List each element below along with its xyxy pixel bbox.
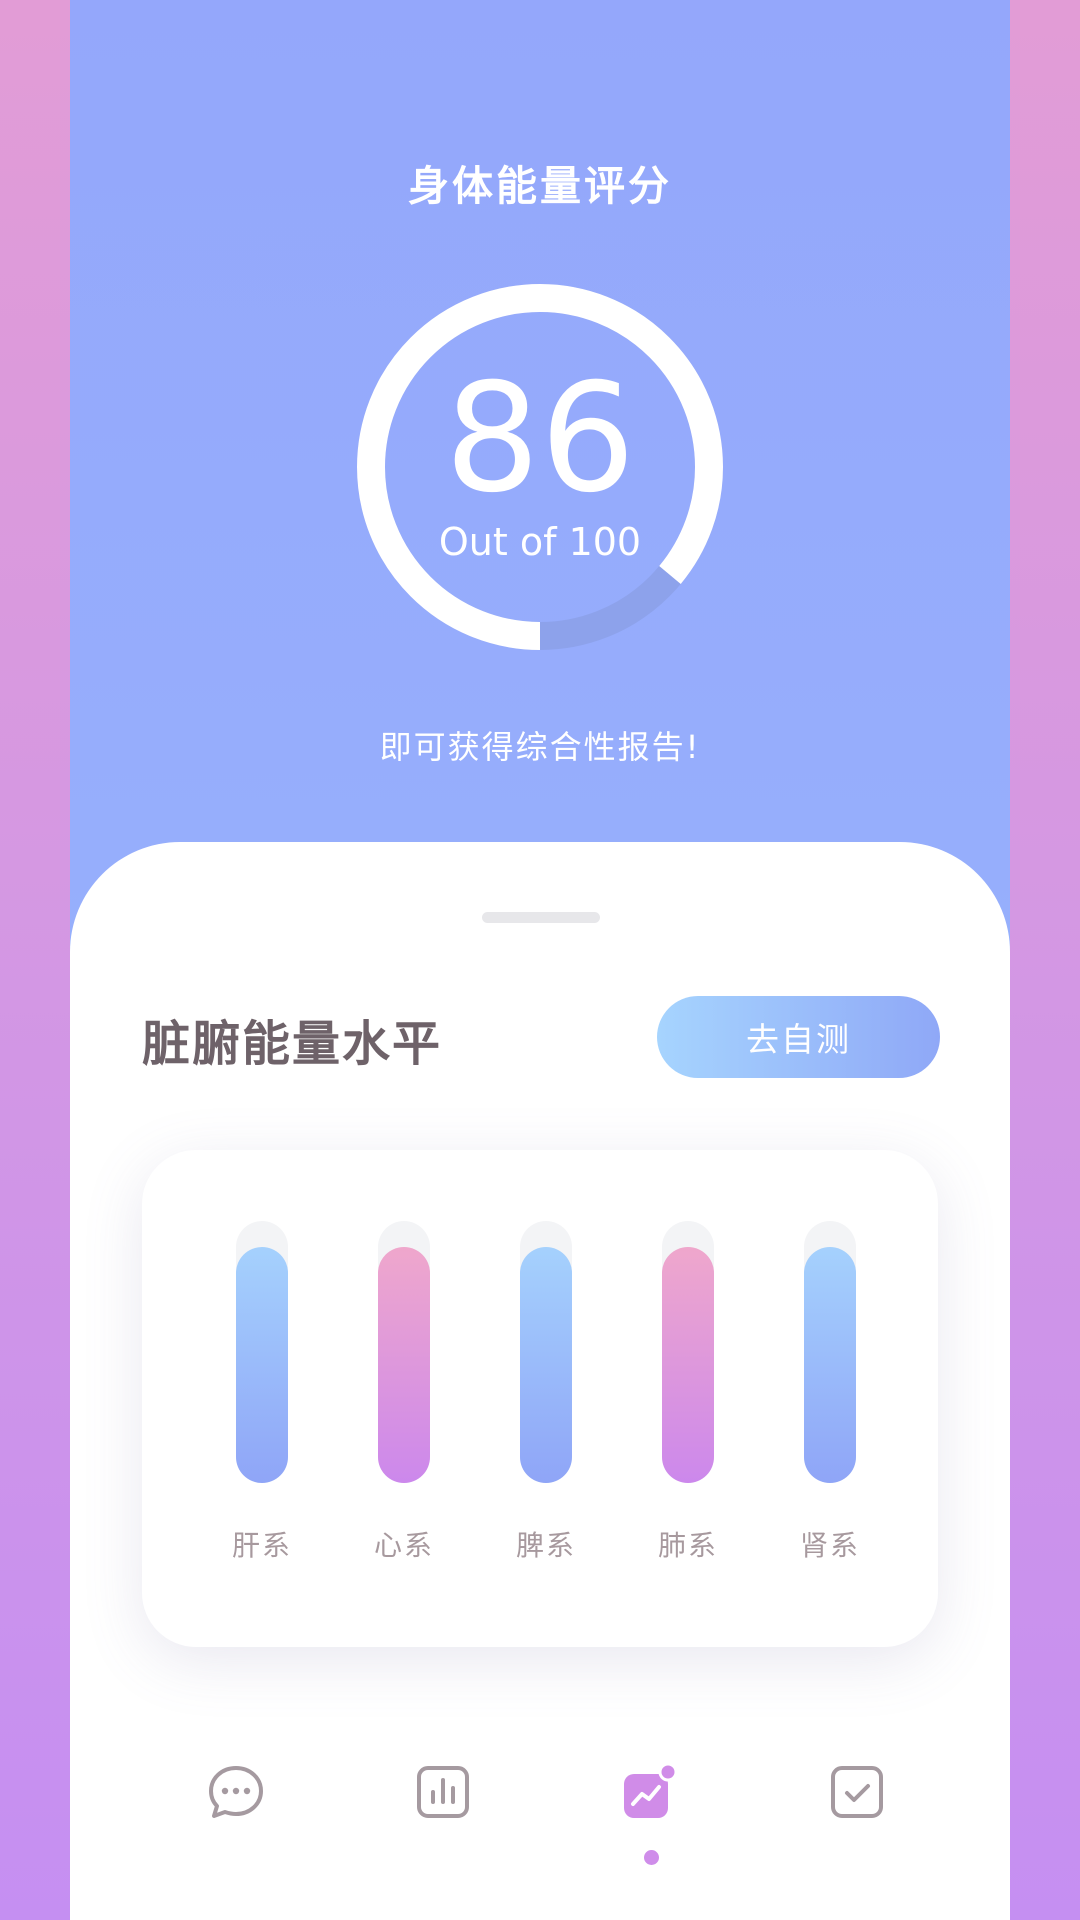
bottom-sheet: 脏腑能量水平 去自测 肝系 心系 脾系 肺系 肾系 [70, 842, 1010, 1920]
score-gauge: 86 Out of 100 [357, 284, 723, 650]
organ-label: 脾系 [515, 1529, 576, 1562]
tab-trends[interactable] [610, 1760, 690, 1865]
organ-label: 心系 [373, 1529, 434, 1562]
trend-chart-icon [624, 1762, 678, 1818]
bar-fill [378, 1247, 430, 1483]
report-hint: 即可获得综合性报告! [379, 728, 701, 766]
checkbox-icon [831, 1766, 883, 1818]
sheet-drag-handle[interactable] [482, 912, 600, 923]
active-tab-indicator [644, 1850, 659, 1865]
page-title: 身体能量评分 [408, 162, 672, 210]
bar-track [804, 1221, 856, 1483]
organ-bar-spleen: 脾系 [516, 1150, 574, 1647]
self-test-button[interactable]: 去自测 [657, 996, 940, 1078]
organ-label: 肝系 [231, 1529, 292, 1562]
bar-track [378, 1221, 430, 1483]
bar-fill [804, 1247, 856, 1483]
score-caption: Out of 100 [438, 520, 642, 564]
chat-icon [209, 1766, 263, 1818]
organ-bar-heart: 心系 [374, 1150, 432, 1647]
tab-tasks[interactable] [817, 1760, 897, 1860]
organ-bar-kidney: 肾系 [800, 1150, 858, 1647]
organ-bar-liver: 肝系 [232, 1150, 290, 1647]
score-value: 86 [444, 352, 636, 526]
bottom-tab-bar [70, 1760, 1010, 1880]
section-title: 脏腑能量水平 [142, 1016, 443, 1072]
tab-chat[interactable] [196, 1760, 276, 1860]
bar-fill [662, 1247, 714, 1483]
organ-energy-card: 肝系 心系 脾系 肺系 肾系 [142, 1150, 938, 1647]
bar-track [520, 1221, 572, 1483]
tab-stats[interactable] [403, 1760, 483, 1860]
bar-fill [236, 1247, 288, 1483]
bar-fill [520, 1247, 572, 1483]
bar-track [236, 1221, 288, 1483]
app-screen: 身体能量评分 86 Out of 100 即可获得综合性报告! 脏腑能量水平 去… [70, 0, 1010, 1920]
bar-track [662, 1221, 714, 1483]
organ-label: 肺系 [657, 1529, 718, 1562]
bar-chart-icon [417, 1766, 469, 1818]
organ-label: 肾系 [799, 1529, 860, 1562]
organ-bar-lung: 肺系 [658, 1150, 716, 1647]
